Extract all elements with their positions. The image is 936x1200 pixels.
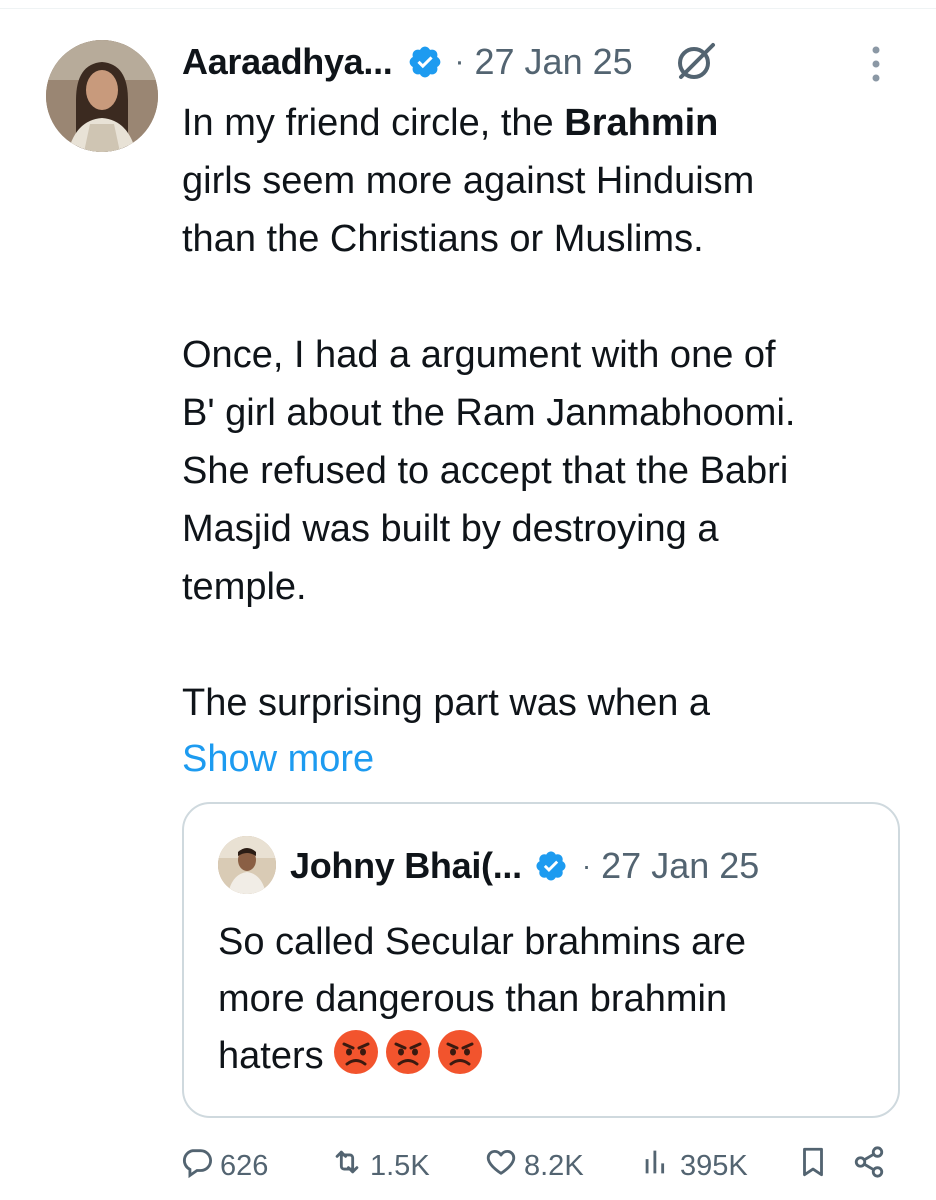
quote-header: Johny Bhai(... · 27 Jan 25: [290, 840, 759, 892]
angry-face-emoji: [384, 1028, 432, 1076]
quote-date[interactable]: 27 Jan 25: [601, 845, 759, 887]
share-button[interactable]: [852, 1142, 886, 1190]
show-more-link[interactable]: Show more: [182, 730, 374, 788]
views-button[interactable]: 395K: [640, 1142, 748, 1190]
tweet-line: She refused to accept that the Babri: [182, 450, 789, 492]
quote-separator: ·: [581, 850, 592, 881]
quote-text: So called Secular brahmins are more dang…: [218, 914, 868, 1085]
grok-icon[interactable]: [673, 39, 719, 85]
tweet-line: than the Christians or Muslims.: [182, 218, 704, 260]
emoji-group: [332, 1028, 484, 1076]
like-button[interactable]: 8.2K: [484, 1142, 584, 1190]
quote-line: haters: [218, 1028, 868, 1085]
quote-line-text: haters: [218, 1035, 324, 1077]
views-icon: [640, 1145, 674, 1187]
bookmark-icon: [796, 1145, 830, 1187]
action-bar: 626 1.5K 8.2K 395K: [180, 1142, 910, 1190]
tweet-line: Once, I had a argument with one of: [182, 334, 776, 376]
quoted-tweet-card[interactable]: Johny Bhai(... · 27 Jan 25 So called Sec…: [182, 802, 900, 1118]
quote-line: So called Secular brahmins are: [218, 921, 747, 963]
reply-button[interactable]: 626: [180, 1142, 268, 1190]
header-separator: ·: [454, 45, 465, 78]
more-vertical-icon[interactable]: [868, 44, 884, 84]
tweet-line: B' girl about the Ram Janmabhoomi.: [182, 392, 796, 434]
tweet-line: The surprising part was when a: [182, 682, 711, 724]
share-icon: [852, 1145, 886, 1187]
bookmark-button[interactable]: [796, 1142, 830, 1190]
quote-author-name[interactable]: Johny Bhai(...: [290, 845, 522, 887]
heart-icon: [484, 1145, 518, 1187]
tweet-line: Masjid was built by destroying a: [182, 508, 719, 550]
tweet-date[interactable]: 27 Jan 25: [475, 41, 633, 83]
reply-count: 626: [220, 1149, 269, 1182]
tweet-text: In my friend circle, the Brahmin girls s…: [182, 94, 902, 732]
tweet-header: Aaraadhya... · 27 Jan 25: [182, 34, 719, 90]
top-divider: [0, 8, 936, 9]
tweet-line: temple.: [182, 566, 307, 608]
quote-line: more dangerous than brahmin: [218, 978, 728, 1020]
tweet-bold-word: Brahmin: [564, 102, 719, 144]
tweet-line: girls seem more against Hinduism: [182, 160, 755, 202]
tweet-line-text: In my friend circle, the: [182, 102, 565, 144]
angry-face-emoji: [436, 1028, 484, 1076]
verified-badge-icon[interactable]: [407, 44, 443, 80]
views-count: 395K: [680, 1149, 748, 1182]
repost-icon: [330, 1145, 364, 1187]
quote-author-avatar[interactable]: [218, 836, 276, 894]
repost-count: 1.5K: [370, 1149, 430, 1182]
reply-icon: [180, 1145, 214, 1187]
tweet-line: In my friend circle, the Brahmin: [182, 94, 902, 152]
repost-button[interactable]: 1.5K: [330, 1142, 430, 1190]
author-name[interactable]: Aaraadhya...: [182, 41, 393, 83]
author-avatar[interactable]: [46, 40, 158, 152]
angry-face-emoji: [332, 1028, 380, 1076]
like-count: 8.2K: [524, 1149, 584, 1182]
verified-badge-icon[interactable]: [534, 849, 568, 883]
